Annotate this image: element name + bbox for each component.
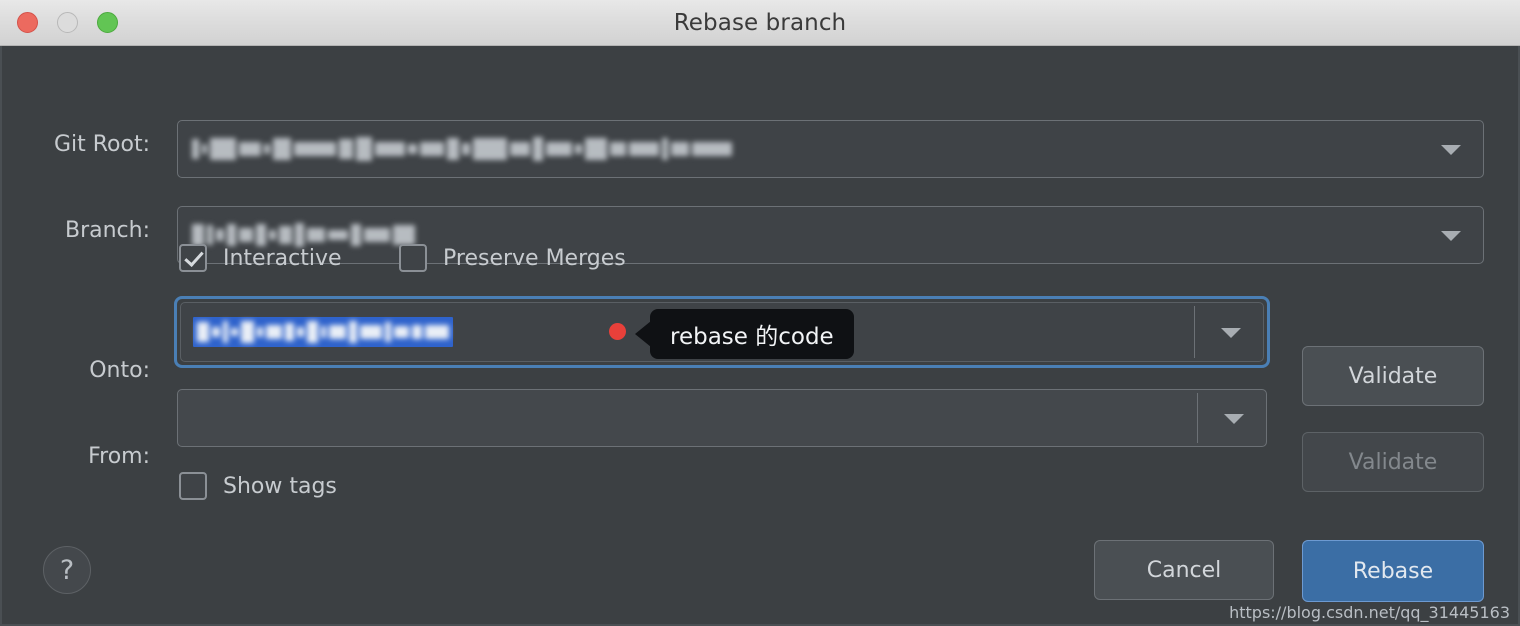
red-dot-marker-icon [609,323,626,340]
from-combo[interactable] [177,389,1267,447]
onto-chevron-down-icon[interactable] [1221,328,1241,338]
branch-combo[interactable] [177,206,1484,264]
rebase-branch-dialog: Rebase branch Git Root: Branch: Interact… [0,0,1520,626]
from-chevron-down-icon[interactable] [1224,414,1244,424]
validate-onto-button[interactable]: Validate [1302,346,1484,406]
help-button[interactable]: ? [43,546,91,594]
onto-label: Onto: [89,358,150,383]
onto-value-redacted [197,320,449,344]
watermark-url: https://blog.csdn.net/qq_31445163 [1229,603,1510,622]
window-title: Rebase branch [673,10,847,36]
show-tags-checkbox-box[interactable] [179,472,207,500]
git-root-label: Git Root: [53,132,150,157]
branch-chevron-down-icon[interactable] [1441,231,1461,241]
show-tags-checkbox-label: Show tags [223,473,337,499]
from-label: From: [88,444,150,469]
from-combo-separator [1197,393,1198,443]
git-root-chevron-down-icon[interactable] [1441,145,1461,155]
validate-from-button: Validate [1302,432,1484,492]
dialog-body: Git Root: Branch: Interactive Preserve M… [2,46,1518,624]
annotation-tooltip: rebase 的code [635,309,854,359]
interactive-checkbox-label: Interactive [223,245,342,271]
preserve-merges-checkbox-label: Preserve Merges [443,245,626,271]
git-root-value-redacted [192,136,1342,162]
interactive-checkbox[interactable]: Interactive [179,244,342,272]
branch-label: Branch: [64,218,150,243]
preserve-merges-checkbox-box[interactable] [399,244,427,272]
git-root-combo[interactable] [177,120,1484,178]
cancel-button[interactable]: Cancel [1094,540,1274,600]
title-bar: Rebase branch [0,0,1520,46]
preserve-merges-checkbox[interactable]: Preserve Merges [399,244,626,272]
interactive-checkbox-box[interactable] [179,244,207,272]
onto-combo-separator [1194,306,1195,358]
show-tags-checkbox[interactable]: Show tags [179,472,337,500]
rebase-button[interactable]: Rebase [1302,540,1484,602]
